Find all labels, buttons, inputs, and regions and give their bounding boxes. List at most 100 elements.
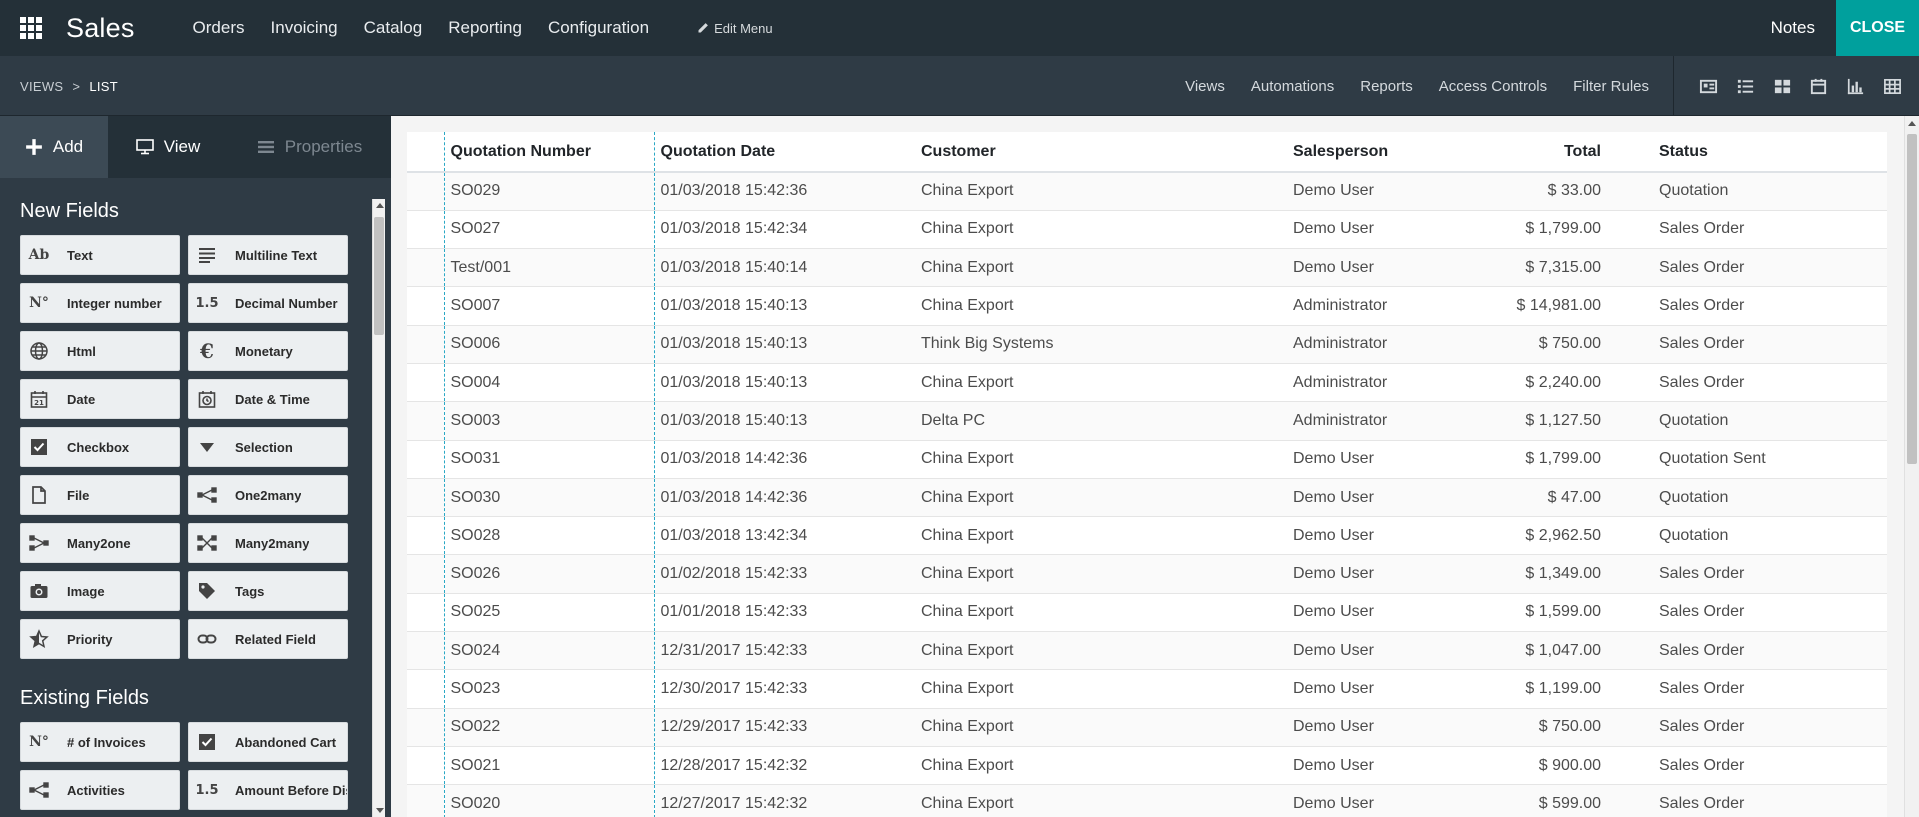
menu-reporting[interactable]: Reporting [448,18,522,38]
link-automations[interactable]: Automations [1251,78,1334,95]
table-row[interactable]: SO031 01/03/2018 14:42:36 China Export Demo… [407,439,1887,479]
list-view-icon[interactable] [1735,76,1755,96]
table-row[interactable]: SO021 12/28/2017 15:42:32 China Export Demo… [407,745,1887,785]
select-all-cell[interactable] [407,132,444,173]
graph-view-icon[interactable] [1846,76,1866,96]
table-row[interactable]: SO003 01/03/2018 15:40:13 Delta PC Administ… [407,401,1887,441]
field-priority[interactable]: Priority [20,619,180,659]
row-select-cell[interactable] [407,592,444,632]
menu-invoicing[interactable]: Invoicing [271,18,338,38]
cell-status: Quotation [1607,171,1887,211]
table-row[interactable]: SO027 01/03/2018 15:42:34 China Export Demo… [407,209,1887,249]
row-select-cell[interactable] [407,784,444,817]
field-checkbox[interactable]: Checkbox [20,427,180,467]
field-selection[interactable]: Selection [188,427,348,467]
field-activities[interactable]: Activities [20,770,180,810]
row-select-cell[interactable] [407,439,444,479]
table-row[interactable]: SO026 01/02/2018 15:42:33 China Export Demo… [407,554,1887,594]
row-select-cell[interactable] [407,745,444,785]
row-select-cell[interactable] [407,669,444,709]
field-text[interactable]: Ab Text [20,235,180,275]
field-many2many[interactable]: Many2many [188,523,348,563]
scroll-up-arrow[interactable] [1908,121,1916,126]
row-select-cell[interactable] [407,286,444,326]
table-row[interactable]: SO007 01/03/2018 15:40:13 China Export Admi… [407,286,1887,326]
row-select-cell[interactable] [407,707,444,747]
row-select-cell[interactable] [407,209,444,249]
field-amount-before-discount[interactable]: 1.5 Amount Before Discount [188,770,348,810]
row-select-cell[interactable] [407,171,444,211]
field-image[interactable]: Image [20,571,180,611]
row-select-cell[interactable] [407,631,444,670]
tab-add[interactable]: Add [0,116,108,178]
calendar-view-icon[interactable] [1809,76,1829,96]
column-salesperson[interactable]: Salesperson [1287,132,1457,173]
field-decimal[interactable]: 1.5 Decimal Number [188,283,348,323]
scroll-thumb[interactable] [374,217,384,335]
cell-total: $ 2,962.50 [1457,516,1607,555]
field-integer[interactable]: N° Integer number [20,283,180,323]
apps-grid-icon[interactable] [0,0,62,56]
link-access-controls[interactable]: Access Controls [1439,78,1547,95]
column-customer[interactable]: Customer [915,132,1287,173]
table-row[interactable]: SO025 01/01/2018 15:42:33 China Export Demo… [407,592,1887,632]
link-filter-rules[interactable]: Filter Rules [1573,78,1649,95]
menu-orders[interactable]: Orders [193,18,245,38]
scroll-thumb[interactable] [1907,134,1917,464]
field-abandoned-cart[interactable]: Abandoned Cart [188,722,348,762]
table-row[interactable]: SO006 01/03/2018 15:40:13 Think Big System… [407,324,1887,364]
table-row[interactable]: SO028 01/03/2018 13:42:34 China Export Demo… [407,516,1887,555]
existing-fields-title: Existing Fields [20,687,149,709]
field-tags[interactable]: Tags [188,571,348,611]
field-one2many[interactable]: One2many [188,475,348,515]
link-reports[interactable]: Reports [1360,78,1413,95]
row-select-cell[interactable] [407,362,444,402]
row-select-cell[interactable] [407,248,444,287]
column-quotation-number[interactable]: Quotation Number [443,132,655,173]
field-many2one[interactable]: Many2one [20,523,180,563]
text-icon: Ab [28,247,50,263]
table-row[interactable]: Test/001 01/03/2018 15:40:14 China Export D… [407,248,1887,287]
field-file[interactable]: File [20,475,180,515]
field-html[interactable]: Html [20,331,180,371]
form-view-icon[interactable] [1699,76,1719,96]
link-views[interactable]: Views [1185,78,1225,95]
field-label: Text [67,247,93,263]
scroll-down-arrow[interactable] [376,808,384,813]
table-row[interactable]: SO024 12/31/2017 15:42:33 China Export Demo… [407,631,1887,670]
row-select-cell[interactable] [407,554,444,594]
field-invoice-count[interactable]: N° # of Invoices [20,722,180,762]
menu-configuration[interactable]: Configuration [548,18,649,38]
table-row[interactable]: SO022 12/29/2017 15:42:33 China Export Demo… [407,707,1887,747]
kanban-view-icon[interactable] [1772,76,1792,96]
edit-menu-button[interactable]: Edit Menu [697,21,773,36]
column-total[interactable]: Total [1457,132,1607,173]
table-row[interactable]: SO020 12/27/2017 15:42:32 China Export Demo… [407,784,1887,817]
field-datetime[interactable]: Date & Time [188,379,348,419]
field-multiline-text[interactable]: Multiline Text [188,235,348,275]
table-row[interactable]: SO004 01/03/2018 15:40:13 China Export Admi… [407,362,1887,402]
breadcrumb-views[interactable]: VIEWS [20,79,63,94]
field-monetary[interactable]: € Monetary [188,331,348,371]
field-related[interactable]: Related Field [188,619,348,659]
field-date[interactable]: 21 Date [20,379,180,419]
list-scrollbar[interactable] [1904,116,1919,817]
cell-quotation-number: SO030 [443,477,655,517]
menu-catalog[interactable]: Catalog [364,18,423,38]
column-quotation-date[interactable]: Quotation Date [654,132,915,173]
close-button[interactable]: CLOSE [1836,0,1919,56]
sidebar-scrollbar[interactable] [372,199,385,817]
table-row[interactable]: SO030 01/03/2018 14:42:36 China Export Demo… [407,477,1887,517]
scroll-up-arrow[interactable] [376,203,384,208]
tab-properties[interactable]: Properties [228,116,391,178]
row-select-cell[interactable] [407,516,444,555]
table-row[interactable]: SO029 01/03/2018 15:42:36 China Export Demo… [407,171,1887,211]
row-select-cell[interactable] [407,477,444,517]
table-row[interactable]: SO023 12/30/2017 15:42:33 China Export Demo… [407,669,1887,709]
row-select-cell[interactable] [407,324,444,364]
column-status[interactable]: Status [1607,132,1887,173]
pivot-view-icon[interactable] [1882,76,1902,96]
tab-view[interactable]: View [108,116,228,178]
notes-button[interactable]: Notes [1771,0,1815,56]
row-select-cell[interactable] [407,401,444,441]
